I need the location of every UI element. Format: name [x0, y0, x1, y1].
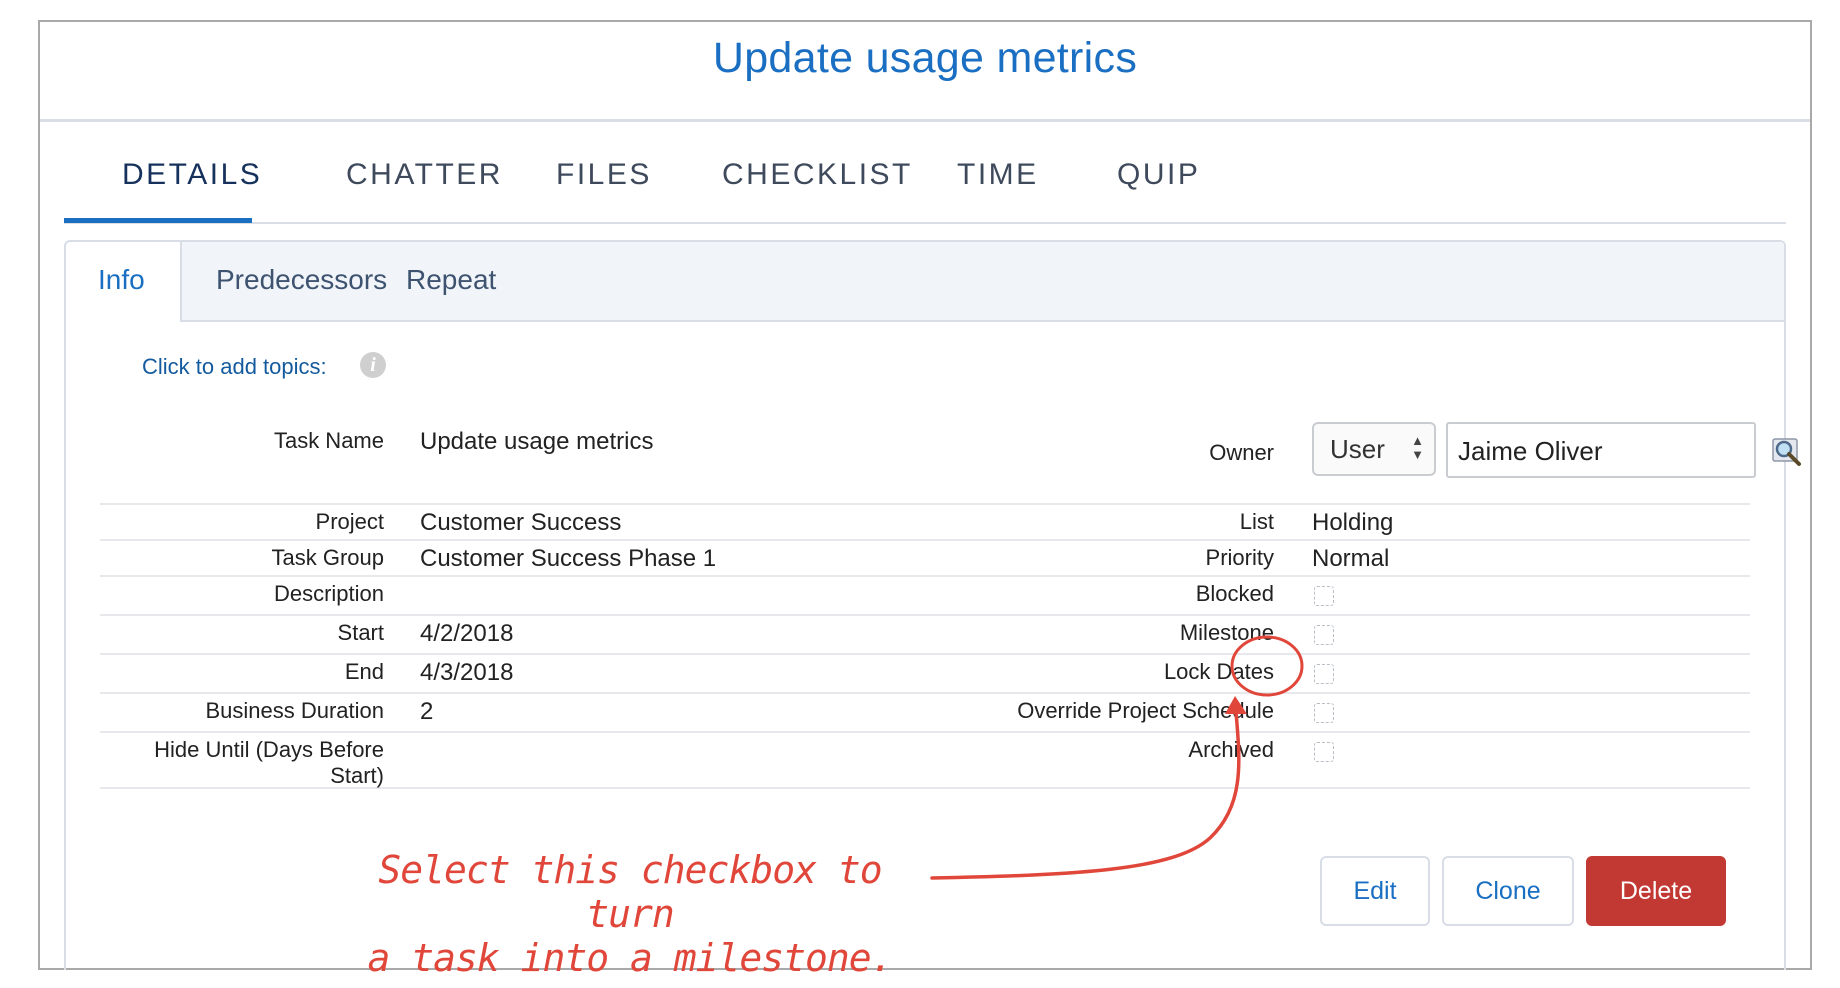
- lock-dates-label: Lock Dates: [1163, 659, 1274, 684]
- owner-type-value: User: [1330, 434, 1385, 464]
- list-label: List: [1239, 509, 1274, 534]
- tab-files[interactable]: FILES: [556, 158, 652, 192]
- annotation-text: Select this checkbox to turn a task into…: [340, 848, 920, 980]
- select-arrows-icon: ▲ ▼: [1411, 433, 1424, 462]
- project-label: Project: [315, 509, 384, 534]
- lock-dates-checkbox[interactable]: [1314, 664, 1334, 684]
- milestone-checkbox[interactable]: [1314, 625, 1334, 645]
- project-value: Customer Success: [420, 509, 622, 536]
- start-label: Start: [337, 620, 384, 645]
- priority-value: Normal: [1312, 545, 1390, 572]
- table-row: Task Name Update usage metrics Owner Use…: [100, 412, 1801, 505]
- hide-until-label-line1: Hide Until (Days Before: [154, 737, 384, 762]
- page-title: Update usage metrics: [712, 34, 1138, 82]
- priority-label: Priority: [1205, 545, 1274, 570]
- blocked-label: Blocked: [1195, 581, 1274, 606]
- start-value: 4/2/2018: [420, 620, 514, 647]
- end-value: 4/3/2018: [420, 659, 514, 686]
- table-row: End 4/3/2018 Lock Dates: [100, 653, 1750, 694]
- info-icon[interactable]: i: [360, 352, 386, 378]
- business-duration-label: Business Duration: [205, 698, 384, 723]
- task-group-value: Customer Success Phase 1: [420, 545, 717, 572]
- tab-time[interactable]: TIME: [957, 158, 1039, 192]
- tab-quip[interactable]: QUIP: [1117, 158, 1200, 192]
- table-row: Project Customer Success List Holding: [100, 503, 1750, 541]
- table-row: Task Group Customer Success Phase 1 Prio…: [100, 539, 1750, 577]
- archived-checkbox[interactable]: [1314, 742, 1334, 762]
- business-duration-value: 2: [420, 698, 434, 725]
- archived-label: Archived: [1188, 737, 1274, 762]
- task-record-window: Update usage metrics DETAILS CHATTER FIL…: [38, 20, 1812, 970]
- owner-type-select[interactable]: User ▲ ▼: [1312, 422, 1436, 476]
- table-row: Business Duration 2 Override Project Sch…: [100, 692, 1750, 733]
- record-header: Update usage metrics: [40, 22, 1810, 122]
- tab-checklist[interactable]: CHECKLIST: [722, 158, 913, 192]
- annotation-line2: a task into a milestone.: [367, 936, 893, 980]
- clone-button[interactable]: Clone: [1442, 856, 1574, 926]
- milestone-label: Milestone: [1179, 620, 1274, 645]
- edit-button[interactable]: Edit: [1320, 856, 1430, 926]
- main-tabs: DETAILS CHATTER FILES CHECKLIST TIME QUI…: [64, 128, 1786, 224]
- override-schedule-label: Override Project Schedule: [1017, 698, 1274, 723]
- subtab-info[interactable]: Info: [66, 242, 182, 322]
- description-label: Description: [273, 581, 384, 606]
- hide-until-label-line2: Start): [330, 763, 384, 788]
- active-tab-indicator: [64, 218, 252, 223]
- table-row: Start 4/2/2018 Milestone: [100, 614, 1750, 655]
- blocked-checkbox[interactable]: [1314, 586, 1334, 606]
- lookup-magnifier-icon[interactable]: [1770, 434, 1804, 468]
- subtab-predecessors[interactable]: Predecessors: [216, 264, 387, 296]
- sub-tabs: Info Predecessors Repeat: [66, 242, 1784, 322]
- table-row: Hide Until (Days Before Start) Archived: [100, 731, 1750, 789]
- owner-input[interactable]: Jaime Oliver: [1446, 422, 1756, 478]
- tab-details[interactable]: DETAILS: [122, 158, 262, 192]
- subtab-repeat[interactable]: Repeat: [406, 264, 496, 296]
- delete-button[interactable]: Delete: [1586, 856, 1726, 926]
- task-name-label: Task Name: [273, 428, 384, 453]
- annotation-line1: Select this checkbox to turn: [378, 848, 882, 936]
- tab-chatter[interactable]: CHATTER: [346, 158, 503, 192]
- end-label: End: [344, 659, 384, 684]
- owner-label: Owner: [1209, 440, 1274, 465]
- hide-until-label: Hide Until (Days Before Start): [100, 737, 384, 789]
- table-row: Description Blocked: [100, 575, 1750, 616]
- override-schedule-checkbox[interactable]: [1314, 703, 1334, 723]
- list-value: Holding: [1312, 509, 1394, 536]
- task-group-label: Task Group: [271, 545, 385, 570]
- task-name-value: Update usage metrics: [420, 428, 654, 455]
- add-topics-link[interactable]: Click to add topics:: [142, 354, 327, 380]
